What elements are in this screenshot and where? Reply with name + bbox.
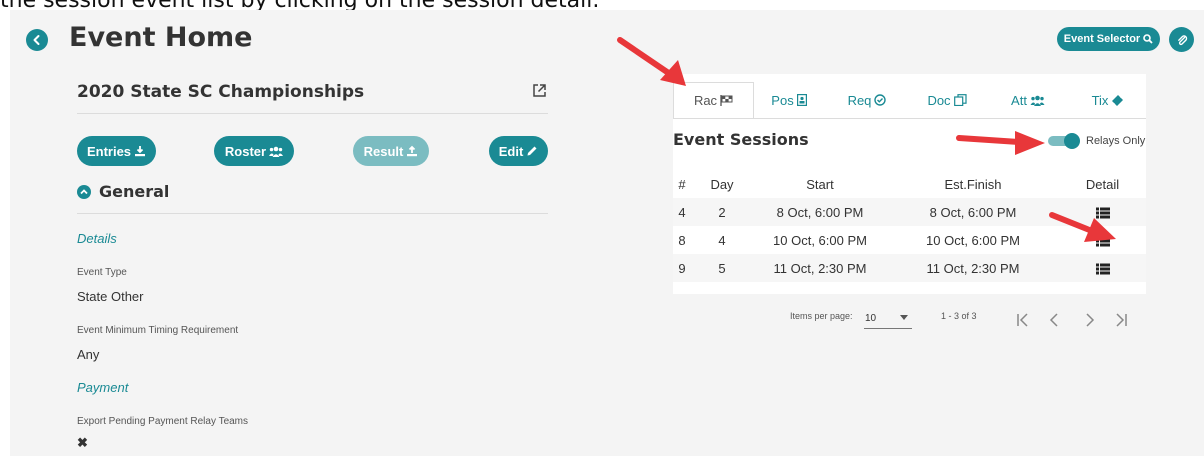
event-selector-label: Event Selector [1063, 33, 1141, 45]
tab-req[interactable]: Req [835, 82, 899, 118]
edit-label: Edit [498, 143, 524, 159]
tab-rac[interactable]: Rac [673, 82, 754, 118]
pencil-icon [527, 146, 537, 156]
session-number: 9 [673, 254, 691, 282]
session-day: 2 [691, 198, 753, 226]
column-header-detail: Detail [1085, 176, 1120, 192]
table-row: 8 4 10 Oct, 6:00 PM 10 Oct, 6:00 PM [673, 226, 1146, 254]
tab-req-label: Req [847, 92, 872, 108]
back-button[interactable] [26, 29, 48, 51]
relays-only-label: Relays Only [1086, 135, 1146, 147]
documents-icon [953, 94, 967, 106]
divider [77, 213, 548, 214]
column-header-day: Day [710, 176, 734, 192]
session-finish: 8 Oct, 6:00 PM [887, 198, 1059, 226]
session-detail-cell [1059, 254, 1146, 282]
session-start: 8 Oct, 6:00 PM [753, 198, 887, 226]
general-section-title: General [99, 182, 170, 201]
users-icon [1030, 95, 1045, 106]
roster-label: Roster [224, 143, 267, 159]
payment-subheading: Payment [77, 380, 129, 395]
event-selector-button[interactable]: Event Selector [1057, 27, 1160, 51]
session-start: 11 Oct, 2:30 PM [753, 254, 887, 282]
toggle-knob [1064, 133, 1080, 149]
column-header-finish: Est.Finish [944, 176, 1002, 192]
table-row: 4 2 8 Oct, 6:00 PM 8 Oct, 6:00 PM [673, 198, 1146, 226]
entries-label: Entries [86, 143, 132, 159]
sessions-table: # Day Start Est.Finish Detail 4 2 8 Oct,… [673, 170, 1146, 282]
entries-button[interactable]: Entries [77, 136, 156, 166]
first-page-icon[interactable] [1013, 310, 1033, 330]
paperclip-icon [1177, 34, 1187, 45]
tab-tix[interactable]: Tix [1076, 82, 1140, 118]
next-page-icon[interactable] [1079, 310, 1099, 330]
list-detail-icon[interactable] [1095, 263, 1110, 275]
chevron-down-icon [900, 315, 908, 320]
event-type-label: Event Type [77, 267, 127, 278]
roster-button[interactable]: Roster [214, 136, 294, 166]
session-day: 4 [718, 232, 726, 248]
result-button[interactable]: Result [353, 136, 429, 166]
session-finish: 10 Oct, 6:00 PM [926, 232, 1020, 248]
page-size-value: 10 [865, 313, 877, 324]
tab-doc-label: Doc [927, 92, 951, 108]
details-subheading: Details [77, 231, 117, 246]
attachment-button[interactable] [1169, 27, 1194, 52]
search-icon [1143, 34, 1153, 44]
last-page-icon[interactable] [1111, 310, 1131, 330]
session-number: 8 [678, 232, 686, 248]
check-circle-icon [874, 94, 887, 106]
relays-only-toggle[interactable] [1048, 133, 1080, 149]
page-range: 1 - 3 of 3 [941, 311, 977, 321]
session-finish: 11 Oct, 2:30 PM [887, 254, 1059, 282]
tab-pos-label: Pos [771, 92, 794, 108]
chevron-up-circle-icon [77, 184, 91, 199]
general-section-toggle[interactable]: General [77, 182, 169, 201]
timing-requirement-label: Event Minimum Timing Requirement [77, 325, 239, 336]
timing-requirement-value: Any [77, 347, 100, 362]
tab-doc[interactable]: Doc [915, 82, 979, 118]
event-sessions-title: Event Sessions [673, 130, 809, 149]
tab-divider [673, 118, 1146, 119]
tab-att[interactable]: Att [996, 82, 1060, 118]
tab-rac-label: Rac [693, 93, 718, 108]
users-icon [269, 146, 284, 157]
external-link-icon[interactable] [531, 82, 548, 99]
event-type-value: State Other [77, 289, 144, 304]
divider [77, 113, 548, 114]
session-day: 5 [691, 254, 753, 282]
column-header-start: Start [806, 176, 834, 192]
export-relay-teams-value: ✖ [77, 435, 88, 450]
tab-pos[interactable]: Pos [757, 82, 821, 118]
event-name: 2020 State SC Championships [77, 82, 365, 102]
list-detail-icon[interactable] [1095, 207, 1110, 219]
items-per-page-label: Items per page: [790, 311, 853, 321]
badge-icon [796, 94, 807, 106]
export-relay-teams-label: Export Pending Payment Relay Teams [77, 416, 249, 427]
table-header-row: # Day Start Est.Finish Detail [673, 170, 1146, 198]
session-number: 4 [673, 198, 691, 226]
result-label: Result [363, 143, 404, 159]
page-title: Event Home [69, 22, 253, 53]
session-detail-cell [1059, 226, 1146, 254]
flag-icon [720, 95, 733, 106]
tab-att-label: Att [1011, 92, 1027, 108]
edit-button[interactable]: Edit [489, 136, 548, 166]
download-icon [135, 146, 146, 157]
column-header-number: # [678, 176, 686, 192]
session-start: 10 Oct, 6:00 PM [773, 232, 867, 248]
tab-tix-label: Tix [1091, 92, 1109, 108]
arrow-left-icon [33, 35, 40, 45]
upload-icon [407, 145, 418, 157]
list-detail-icon[interactable] [1095, 235, 1110, 247]
previous-page-icon[interactable] [1045, 310, 1065, 330]
page-size-select[interactable]: 10 [864, 309, 912, 329]
session-detail-cell [1059, 198, 1146, 226]
ticket-icon [1112, 95, 1124, 106]
table-row: 9 5 11 Oct, 2:30 PM 11 Oct, 2:30 PM [673, 254, 1146, 282]
